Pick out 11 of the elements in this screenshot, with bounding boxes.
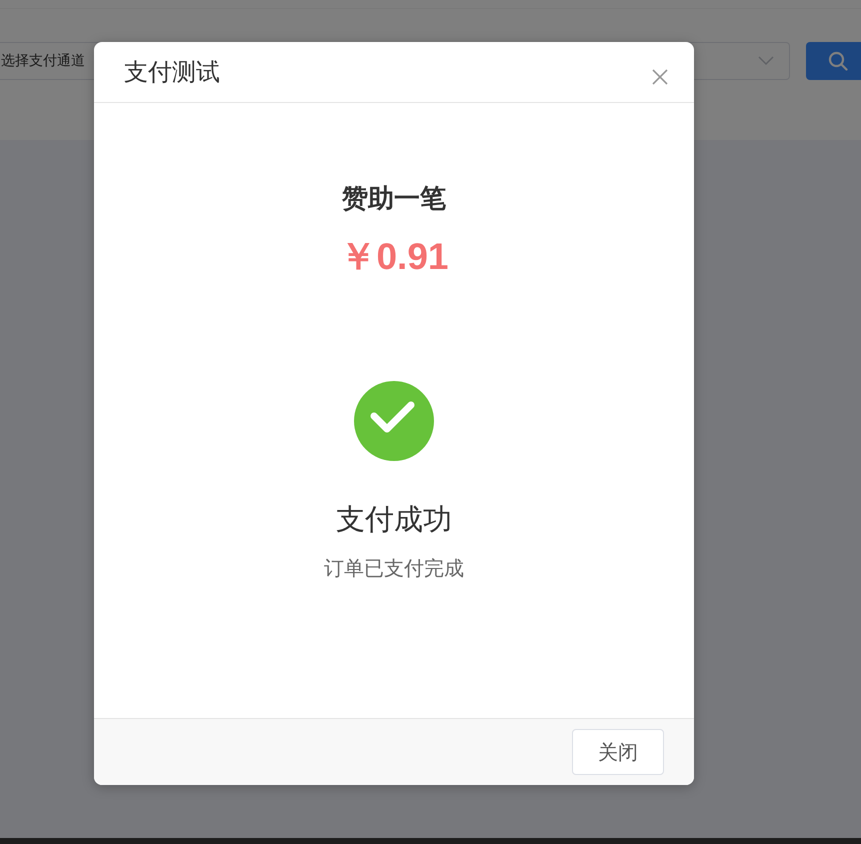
close-button[interactable] [650,67,670,87]
item-name: 赞助一笔 [342,183,446,215]
payment-amount: ￥0.91 [339,235,448,279]
search-icon [828,51,848,71]
chevron-down-icon [758,56,774,66]
dialog-title: 支付测试 [124,58,220,86]
close-dialog-button[interactable]: 关闭 [572,729,664,775]
close-icon [652,69,668,85]
success-check-icon [354,381,434,461]
result-title: 支付成功 [336,501,452,537]
result-message: 订单已支付完成 [324,556,464,580]
